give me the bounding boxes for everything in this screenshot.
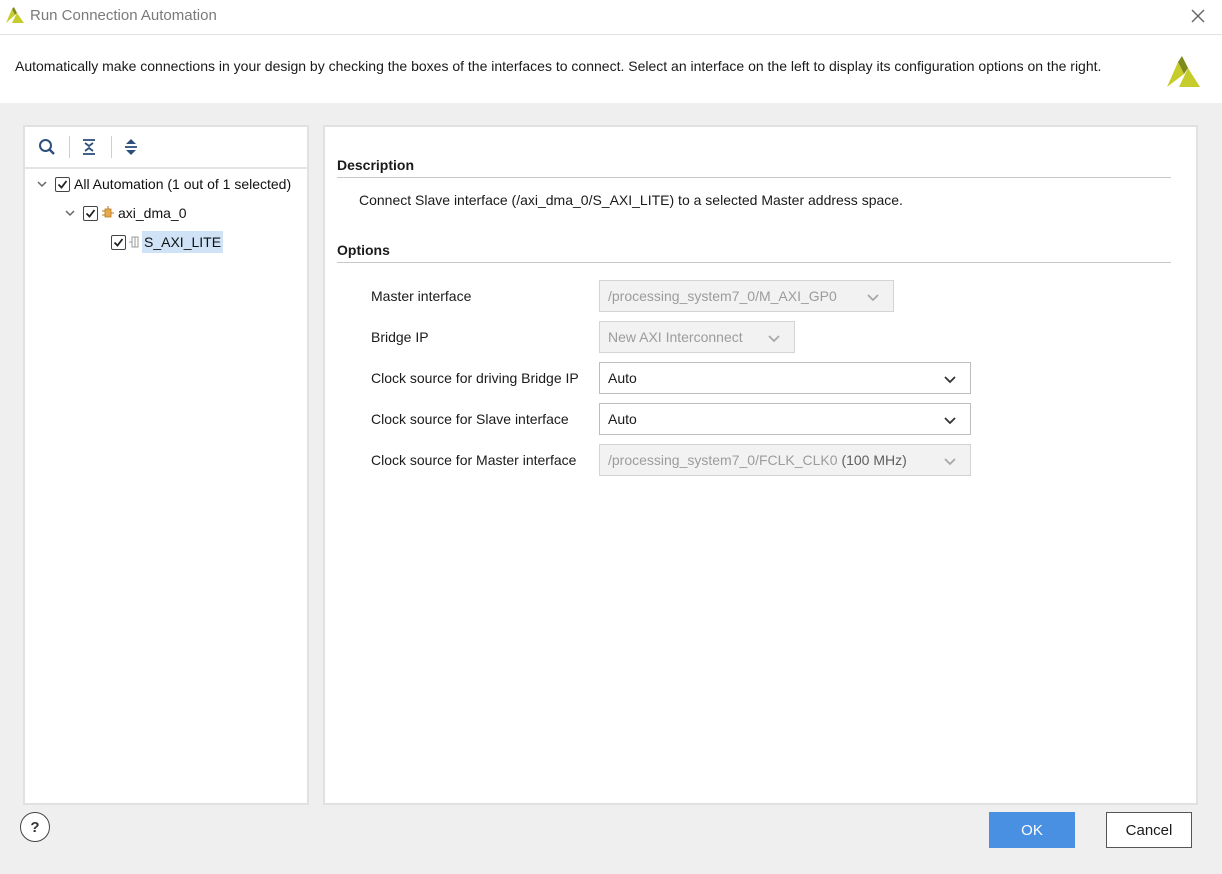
slave-clock-select[interactable]: Auto: [599, 403, 971, 435]
section-divider: [337, 262, 1171, 263]
slave-clock-value: Auto: [608, 411, 637, 427]
tree-item-label-selected: S_AXI_LITE: [142, 231, 224, 253]
chevron-down-icon: [768, 335, 780, 343]
instruction-text: Automatically make connections in your d…: [15, 58, 1102, 74]
axi-dma-checkbox[interactable]: [83, 205, 98, 221]
checkmark-icon: [85, 208, 96, 218]
configuration-panel: Description Connect Slave interface (/ax…: [323, 125, 1198, 805]
checkmark-icon: [113, 237, 124, 247]
close-icon[interactable]: [1188, 6, 1208, 26]
description-heading: Description: [337, 157, 415, 173]
tree-item-s-axi-lite[interactable]: S_AXI_LITE: [111, 229, 224, 255]
tree-item-label: axi_dma_0: [118, 205, 187, 221]
checkmark-icon: [57, 179, 68, 189]
bridge-ip-label: Bridge IP: [371, 329, 429, 345]
tree-item-all-automation[interactable]: All Automation (1 out of 1 selected): [35, 171, 291, 197]
chevron-down-icon: [944, 417, 956, 425]
title-bar: Run Connection Automation: [0, 0, 1222, 35]
window-title: Run Connection Automation: [30, 7, 217, 24]
search-icon[interactable]: [37, 137, 57, 157]
master-clock-value: /processing_system7_0/FCLK_CLK0 (100 MHz…: [608, 452, 907, 468]
slave-clock-label: Clock source for Slave interface: [371, 411, 569, 427]
master-interface-label: Master interface: [371, 288, 472, 304]
chevron-down-icon: [867, 294, 879, 302]
ip-block-icon: [102, 206, 114, 218]
bridge-ip-select[interactable]: New AXI Interconnect: [599, 321, 795, 353]
xilinx-logo-icon: [6, 7, 24, 23]
chevron-down-icon: [944, 376, 956, 384]
master-clock-select[interactable]: /processing_system7_0/FCLK_CLK0 (100 MHz…: [599, 444, 971, 476]
chevron-down-icon[interactable]: [35, 177, 49, 191]
s-axi-lite-checkbox[interactable]: [111, 234, 126, 250]
bridge-ip-value: New AXI Interconnect: [608, 329, 743, 345]
all-automation-checkbox[interactable]: [55, 176, 70, 192]
collapse-all-icon[interactable]: [79, 137, 99, 157]
cancel-button[interactable]: Cancel: [1106, 812, 1192, 848]
toolbar-separator: [69, 136, 70, 158]
toolbar-separator: [111, 136, 112, 158]
master-clock-path: /processing_system7_0/FCLK_CLK0: [608, 452, 838, 468]
bridge-clock-select[interactable]: Auto: [599, 362, 971, 394]
dialog-body: Automatically make connections in your d…: [0, 35, 1222, 874]
chevron-down-icon[interactable]: [63, 206, 77, 220]
help-button[interactable]: ?: [20, 812, 50, 842]
chevron-down-icon: [944, 458, 956, 466]
ok-button[interactable]: OK: [989, 812, 1075, 848]
tree-item-label: All Automation (1 out of 1 selected): [74, 176, 292, 192]
options-heading: Options: [337, 242, 390, 258]
master-clock-label: Clock source for Master interface: [371, 452, 577, 468]
section-divider: [337, 177, 1171, 178]
master-interface-value: /processing_system7_0/M_AXI_GP0: [608, 288, 837, 304]
description-text: Connect Slave interface (/axi_dma_0/S_AX…: [359, 192, 903, 208]
xilinx-logo-icon: [1167, 56, 1200, 87]
expand-all-icon[interactable]: [121, 137, 141, 157]
master-clock-frequency: (100 MHz): [837, 452, 907, 468]
bridge-clock-label: Clock source for driving Bridge IP: [371, 370, 579, 386]
interface-port-icon: [129, 236, 139, 248]
bridge-clock-value: Auto: [608, 370, 637, 386]
tree-toolbar: [25, 127, 307, 169]
instruction-banner: Automatically make connections in your d…: [0, 35, 1222, 103]
tree-item-axi-dma[interactable]: axi_dma_0: [63, 200, 187, 226]
master-interface-select[interactable]: /processing_system7_0/M_AXI_GP0: [599, 280, 894, 312]
automation-tree-panel: All Automation (1 out of 1 selected) axi…: [23, 125, 309, 805]
